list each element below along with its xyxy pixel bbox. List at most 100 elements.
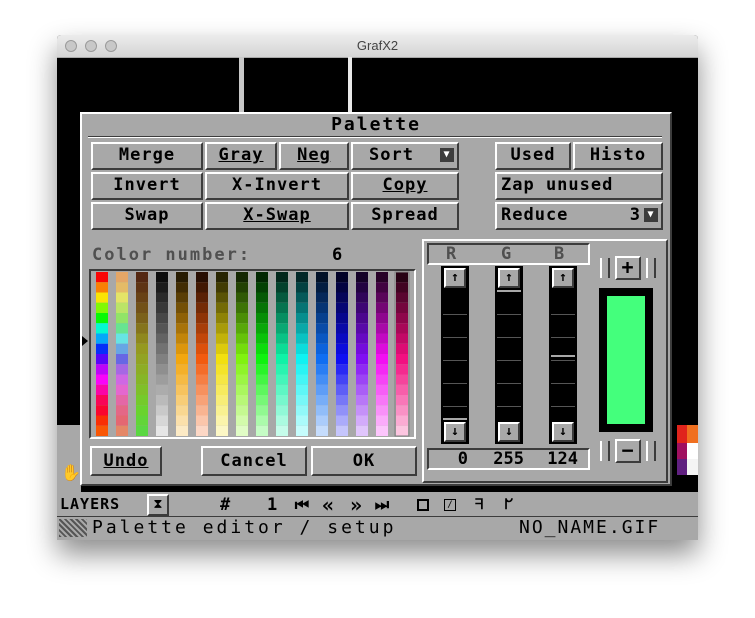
palette-swatch[interactable] — [216, 302, 228, 313]
palette-swatch[interactable] — [216, 292, 228, 303]
palette-swatch[interactable] — [276, 405, 288, 416]
palette-swatch[interactable] — [236, 384, 248, 395]
palette-swatch[interactable] — [196, 415, 208, 426]
add-layer-icon[interactable]: ᖷ — [467, 494, 491, 516]
palette-swatch[interactable] — [96, 292, 108, 303]
palette-swatch[interactable] — [376, 374, 388, 385]
palette-swatch[interactable] — [356, 374, 368, 385]
palette-swatch[interactable] — [156, 374, 168, 385]
palette-swatch[interactable] — [176, 302, 188, 313]
palette-swatch[interactable] — [116, 395, 128, 406]
palette-swatch[interactable] — [376, 313, 388, 324]
palette-swatch[interactable] — [376, 282, 388, 293]
palette-swatch[interactable] — [116, 292, 128, 303]
palette-swatch[interactable] — [276, 282, 288, 293]
palette-swatch[interactable] — [316, 374, 328, 385]
palette-swatch[interactable] — [216, 415, 228, 426]
palette-swatch[interactable] — [236, 364, 248, 375]
palette-swatch[interactable] — [296, 272, 308, 283]
palette-swatch[interactable] — [216, 374, 228, 385]
palette-swatch[interactable] — [136, 354, 148, 365]
palette-swatch[interactable] — [216, 395, 228, 406]
palette-swatch[interactable] — [256, 415, 268, 426]
palette-swatch[interactable] — [176, 292, 188, 303]
palette-swatch[interactable] — [96, 323, 108, 334]
palette-swatch[interactable] — [396, 272, 408, 283]
palette-swatch[interactable] — [236, 282, 248, 293]
palette-swatch[interactable] — [176, 343, 188, 354]
palette-swatch[interactable] — [316, 272, 328, 283]
palette-swatch[interactable] — [96, 364, 108, 375]
palette-swatch[interactable] — [256, 343, 268, 354]
palette-swatch[interactable] — [276, 292, 288, 303]
plus-button[interactable]: + — [615, 256, 641, 280]
palette-swatch[interactable] — [256, 374, 268, 385]
copy-button[interactable]: Copy — [351, 172, 459, 200]
palette-swatch[interactable] — [276, 333, 288, 344]
palette-swatch[interactable] — [256, 323, 268, 334]
palette-swatch[interactable] — [216, 343, 228, 354]
palette-swatch[interactable] — [336, 364, 348, 375]
palette-swatch[interactable] — [356, 395, 368, 406]
palette-swatch[interactable] — [196, 395, 208, 406]
palette-swatch[interactable] — [316, 364, 328, 375]
palette-swatch[interactable] — [276, 384, 288, 395]
palette-swatch[interactable] — [96, 343, 108, 354]
palette-swatch[interactable] — [276, 272, 288, 283]
blue-up-arrow-icon[interactable]: ↑ — [552, 268, 574, 288]
palette-swatch[interactable] — [176, 354, 188, 365]
palette-swatch[interactable] — [296, 323, 308, 334]
neg-button[interactable]: Neg — [279, 142, 349, 170]
palette-swatch[interactable] — [256, 405, 268, 416]
palette-swatch[interactable] — [236, 292, 248, 303]
palette-swatch[interactable] — [156, 302, 168, 313]
palette-swatch[interactable] — [136, 292, 148, 303]
palette-swatch[interactable] — [96, 395, 108, 406]
palette-swatch[interactable] — [316, 313, 328, 324]
palette-swatch[interactable] — [356, 313, 368, 324]
x-invert-button[interactable]: X-Invert — [205, 172, 349, 200]
palette-swatch[interactable] — [316, 282, 328, 293]
palette-swatch[interactable] — [156, 343, 168, 354]
palette-swatch[interactable] — [316, 302, 328, 313]
palette-swatch[interactable] — [356, 343, 368, 354]
palette-swatch[interactable] — [116, 364, 128, 375]
histo-button[interactable]: Histo — [573, 142, 663, 170]
palette-swatch[interactable] — [216, 364, 228, 375]
palette-swatch[interactable] — [116, 384, 128, 395]
palette-swatch[interactable] — [96, 425, 108, 436]
palette-swatch[interactable] — [216, 282, 228, 293]
previous-layer-button[interactable]: « — [317, 494, 339, 516]
palette-swatch[interactable] — [156, 405, 168, 416]
palette-swatch[interactable] — [316, 425, 328, 436]
palette-swatch[interactable] — [116, 302, 128, 313]
palette-swatch[interactable] — [276, 415, 288, 426]
palette-swatch[interactable] — [216, 323, 228, 334]
palette-swatch[interactable] — [216, 313, 228, 324]
palette-grid[interactable] — [91, 271, 414, 437]
red-slider-thumb[interactable] — [443, 418, 467, 420]
palette-swatch[interactable] — [396, 425, 408, 436]
palette-swatch[interactable] — [236, 333, 248, 344]
palette-swatch[interactable] — [356, 425, 368, 436]
palette-swatch[interactable] — [336, 384, 348, 395]
palette-swatch[interactable] — [116, 282, 128, 293]
palette-swatch[interactable] — [336, 313, 348, 324]
palette-swatch[interactable] — [256, 395, 268, 406]
palette-swatch[interactable] — [376, 292, 388, 303]
palette-swatch[interactable] — [376, 405, 388, 416]
palette-swatch[interactable] — [296, 292, 308, 303]
palette-swatch[interactable] — [396, 282, 408, 293]
palette-swatch[interactable] — [376, 333, 388, 344]
palette-swatch[interactable] — [136, 272, 148, 283]
palette-swatch[interactable] — [336, 343, 348, 354]
palette-swatch[interactable] — [156, 323, 168, 334]
blue-down-arrow-icon[interactable]: ↓ — [552, 422, 574, 442]
palette-swatch[interactable] — [336, 282, 348, 293]
palette-swatch[interactable] — [136, 425, 148, 436]
palette-swatch[interactable] — [296, 343, 308, 354]
spread-button[interactable]: Spread — [351, 202, 459, 230]
red-down-arrow-icon[interactable]: ↓ — [444, 422, 466, 442]
palette-swatch[interactable] — [176, 313, 188, 324]
palette-swatch[interactable] — [336, 292, 348, 303]
